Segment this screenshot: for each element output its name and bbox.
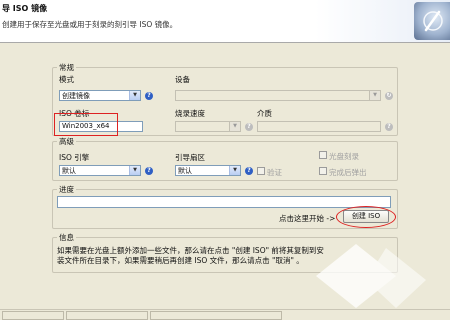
device-select[interactable]: ▼ xyxy=(175,90,381,101)
annotation-oval xyxy=(336,206,396,228)
page-subtitle: 创建用于保存至光盘或用于刻录的刻引导 ISO 镜像。 xyxy=(2,20,178,29)
write-speed-label: 烧录速度 xyxy=(175,109,205,118)
chevron-down-icon[interactable]: ▼ xyxy=(229,122,240,131)
device-label: 设备 xyxy=(175,75,190,84)
wizard-header: 导 ISO 镜像 创建用于保存至光盘或用于刻录的刻引导 ISO 镜像。 xyxy=(0,0,450,43)
wrench-disc-icon xyxy=(414,2,450,40)
media-field xyxy=(257,121,381,132)
mode-select-value: 创建镜像 xyxy=(62,92,90,100)
help-icon[interactable]: ? xyxy=(145,167,153,175)
chevron-down-icon[interactable]: ▼ xyxy=(129,166,140,175)
progress-bar xyxy=(57,196,391,208)
burn-checkbox[interactable] xyxy=(319,151,327,159)
general-group-title: 常规 xyxy=(57,62,76,73)
boot-partition-value: 默认 xyxy=(178,167,192,175)
mode-select[interactable]: 创建镜像 ▼ xyxy=(59,90,141,101)
help-icon[interactable]: ? xyxy=(245,167,253,175)
burn-checkbox-label: 光盘刻录 xyxy=(329,152,359,161)
iso-engine-value: 默认 xyxy=(62,167,76,175)
refresh-icon[interactable]: ↻ xyxy=(385,92,393,100)
annotation-box xyxy=(54,113,118,136)
help-icon[interactable]: ? xyxy=(145,92,153,100)
watermark-graphic xyxy=(316,244,426,308)
media-label: 介质 xyxy=(257,109,272,118)
chevron-down-icon[interactable]: ▼ xyxy=(129,91,140,100)
info-text-line2: 装文件所在目录下，如果需要稍后再创建 ISO 文件，那么请点击 "取消" 。 xyxy=(57,256,304,265)
chevron-down-icon[interactable]: ▼ xyxy=(369,91,380,100)
iso-engine-label: ISO 引擎 xyxy=(59,153,90,162)
status-bar xyxy=(0,309,450,320)
verify-checkbox-label: 验证 xyxy=(267,168,282,177)
advanced-group-title: 高级 xyxy=(57,136,76,147)
write-speed-select[interactable]: ▼ xyxy=(175,121,241,132)
start-hint: 点击这里开始 -> xyxy=(279,214,336,223)
advanced-group: 高级 ISO 引擎 默认 ▼ ? 引导扇区 默认 ▼ ? 验证 光盘刻录 完成后… xyxy=(52,136,398,181)
eject-checkbox[interactable] xyxy=(319,167,327,175)
help-icon[interactable]: ? xyxy=(245,123,253,131)
boot-partition-select[interactable]: 默认 ▼ xyxy=(175,165,241,176)
page-title: 导 ISO 镜像 xyxy=(2,4,48,13)
info-group-title: 信息 xyxy=(57,232,76,243)
help-icon[interactable]: ? xyxy=(385,123,393,131)
eject-checkbox-label: 完成后弹出 xyxy=(329,168,367,177)
chevron-down-icon[interactable]: ▼ xyxy=(229,166,240,175)
mode-label: 模式 xyxy=(59,75,74,84)
progress-group-title: 进度 xyxy=(57,184,76,195)
verify-checkbox[interactable] xyxy=(257,167,265,175)
boot-partition-label: 引导扇区 xyxy=(175,153,205,162)
iso-engine-select[interactable]: 默认 ▼ xyxy=(59,165,141,176)
